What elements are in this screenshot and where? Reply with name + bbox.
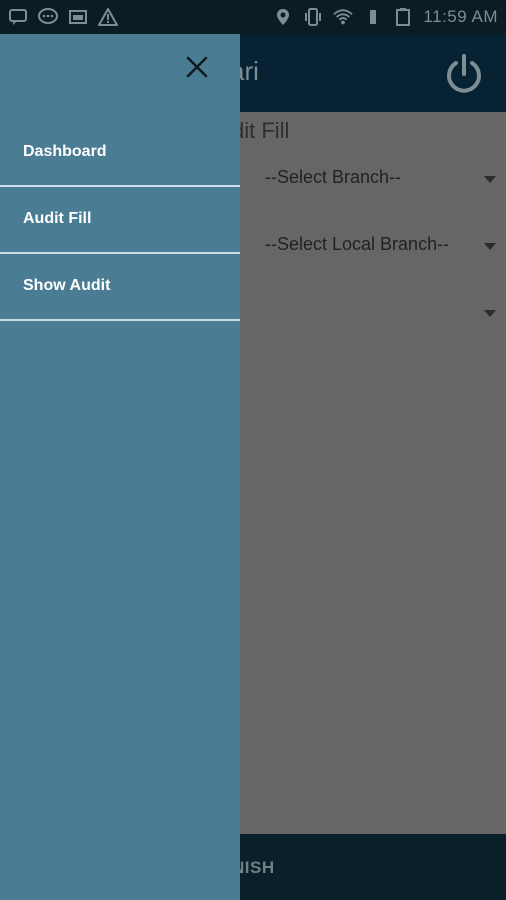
status-bar-right: 11:59 AM <box>273 7 498 27</box>
navigation-drawer: Dashboard Audit Fill Show Audit <box>0 34 240 900</box>
battery-icon <box>393 8 413 26</box>
drawer-item-dashboard[interactable]: Dashboard <box>0 121 240 187</box>
status-bar: 11:59 AM <box>0 0 506 34</box>
close-icon[interactable] <box>182 52 212 82</box>
dropdown-arrow-icon <box>484 243 496 250</box>
message-icon <box>8 8 28 26</box>
signal-icon <box>363 8 383 26</box>
warning-icon <box>98 8 118 26</box>
status-bar-left <box>8 8 118 26</box>
chat-icon <box>38 8 58 26</box>
drawer-item-label: Dashboard <box>23 143 107 160</box>
third-select[interactable] <box>232 293 506 333</box>
status-time: 11:59 AM <box>423 7 498 26</box>
wifi-icon <box>333 8 354 26</box>
branch-select[interactable]: r --Select Branch-- <box>232 159 506 199</box>
drawer-item-label: Audit Fill <box>23 210 92 227</box>
dropdown-arrow-icon <box>484 310 496 317</box>
drawer-item-show-audit[interactable]: Show Audit <box>0 255 240 321</box>
branch-select-value: --Select Branch-- <box>265 167 402 187</box>
local-branch-select-value: --Select Local Branch-- <box>265 234 450 254</box>
drawer-item-audit-fill[interactable]: Audit Fill <box>0 188 240 254</box>
location-icon <box>273 8 293 26</box>
drawer-item-label: Show Audit <box>23 277 111 294</box>
image-icon <box>68 8 88 26</box>
dropdown-arrow-icon <box>484 176 496 183</box>
vibrate-icon <box>303 8 323 26</box>
local-branch-select[interactable]: r --Select Local Branch-- <box>232 226 506 266</box>
power-icon[interactable] <box>442 52 486 96</box>
section-title: dit Fill <box>232 118 290 143</box>
